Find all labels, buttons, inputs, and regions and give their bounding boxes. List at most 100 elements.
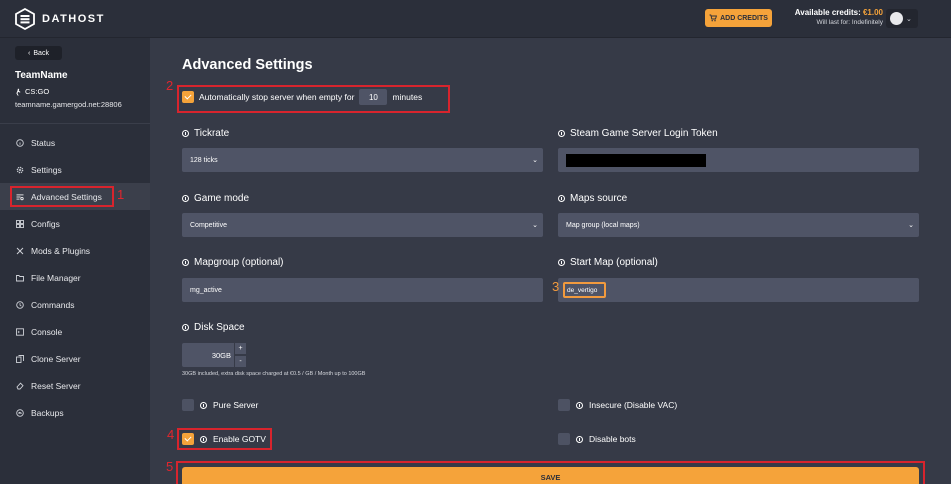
auto-stop-minutes-input[interactable]: 10: [359, 89, 388, 105]
redacted-token: [566, 154, 706, 167]
info-icon[interactable]: [200, 435, 207, 443]
info-icon[interactable]: [182, 324, 189, 331]
gotv-checkbox[interactable]: [182, 433, 194, 445]
disk-space-input[interactable]: 30 GB: [182, 343, 234, 367]
disable-bots-option: Disable bots: [558, 433, 636, 445]
dathost-logo-icon: [15, 8, 35, 30]
sidebar-item-label: Commands: [31, 299, 75, 310]
clock-icon: [16, 300, 24, 309]
tickrate-select[interactable]: 128 ticks ⌄: [182, 148, 543, 172]
back-label: Back: [33, 49, 49, 57]
pure-server-checkbox[interactable]: [182, 399, 194, 411]
start-map-label-text: Start Map (optional): [570, 257, 658, 268]
insecure-option: Insecure (Disable VAC): [558, 399, 677, 411]
sidebar-item-console[interactable]: Console: [0, 318, 150, 345]
sidebar-item-clone-server[interactable]: Clone Server: [0, 345, 150, 372]
chevron-down-icon: ⌄: [532, 157, 538, 164]
insecure-checkbox[interactable]: [558, 399, 570, 411]
add-credits-button[interactable]: ADD CREDITS: [705, 9, 772, 27]
sidebar-item-status[interactable]: Status: [0, 129, 150, 156]
insecure-label: Insecure (Disable VAC): [589, 400, 678, 410]
sidebar-divider: [0, 123, 150, 124]
token-label-text: Steam Game Server Login Token: [570, 128, 718, 139]
mapgroup-input[interactable]: mg_active: [182, 278, 543, 302]
disk-increase-button[interactable]: +: [235, 343, 246, 354]
sidebar-item-label: Backups: [31, 407, 64, 418]
gear-icon: [16, 166, 24, 173]
disk-space-value: 30: [211, 350, 221, 360]
maps-source-label: Maps source: [558, 193, 627, 204]
server-name: TeamName: [15, 70, 68, 81]
mapgroup-value: mg_active: [190, 286, 222, 294]
disk-space-note: 30GB included, extra disk space charged …: [182, 371, 366, 377]
sidebar-item-label: File Manager: [31, 272, 81, 283]
credits-duration: Will last for: Indefinitely: [816, 19, 883, 26]
tools-icon: [16, 247, 24, 254]
info-icon[interactable]: [576, 435, 583, 443]
disk-decrease-button[interactable]: -: [235, 356, 246, 367]
auto-stop-checkbox[interactable]: [182, 91, 194, 103]
disk-space-label: Disk Space: [182, 322, 245, 333]
auto-stop-suffix: minutes: [392, 92, 423, 102]
sidebar-item-label: Advanced Settings: [31, 191, 102, 202]
sidebar-item-mods-plugins[interactable]: Mods & Plugins: [0, 237, 150, 264]
gotv-option: Enable GOTV: [182, 433, 266, 445]
cart-icon: [709, 14, 718, 22]
sidebar-item-configs[interactable]: Configs: [0, 210, 150, 237]
disk-space-label-text: Disk Space: [194, 322, 245, 333]
account-menu-button[interactable]: ⌄: [886, 9, 918, 28]
start-map-input[interactable]: [558, 278, 919, 302]
info-icon[interactable]: [558, 195, 565, 202]
avatar: [890, 12, 903, 25]
info-icon[interactable]: [558, 130, 565, 137]
info-icon[interactable]: [182, 195, 189, 202]
sidebar-item-settings[interactable]: Settings: [0, 156, 150, 183]
credits-info: Available credits: €1.00 Will last for: …: [795, 8, 883, 26]
sidebar: ‹ Back TeamName CS:GO teamname.gamergod.…: [0, 38, 150, 484]
annotation-number-3: 3: [552, 279, 560, 294]
page-title: Advanced Settings: [182, 57, 313, 73]
brand-name: DATHOST: [42, 13, 105, 25]
annotation-number-1: 1: [117, 187, 125, 202]
start-map-label: Start Map (optional): [558, 257, 658, 268]
info-icon[interactable]: [200, 401, 207, 409]
disable-bots-checkbox[interactable]: [558, 433, 570, 445]
gotv-label: Enable GOTV: [213, 434, 266, 444]
sidebar-item-file-manager[interactable]: File Manager: [0, 264, 150, 291]
maps-source-value: Map group (local maps): [566, 221, 640, 229]
annotation-number-4: 4: [167, 427, 175, 442]
sidebar-item-advanced-settings[interactable]: Advanced Settings: [0, 183, 150, 210]
disk-space-unit: GB: [220, 350, 231, 360]
sidebar-item-commands[interactable]: Commands: [0, 291, 150, 318]
sliders-icon: [16, 194, 24, 200]
tickrate-value: 128 ticks: [190, 156, 218, 164]
logo[interactable]: DATHOST: [14, 8, 105, 30]
chevron-down-icon: ⌄: [908, 222, 914, 229]
info-icon[interactable]: [182, 130, 189, 137]
maps-source-select[interactable]: Map group (local maps) ⌄: [558, 213, 919, 237]
sidebar-item-label: Reset Server: [31, 380, 81, 391]
token-label: Steam Game Server Login Token: [558, 128, 718, 139]
auto-stop-setting: Automatically stop server when empty for…: [182, 89, 422, 105]
pure-server-label: Pure Server: [213, 400, 259, 410]
info-icon[interactable]: [558, 259, 565, 266]
info-icon[interactable]: [182, 259, 189, 266]
arrow-left-icon: ‹: [28, 49, 31, 57]
annotation-number-5: 5: [166, 459, 174, 474]
info-circle-icon: [16, 138, 24, 147]
start-map-value: de_vertigo: [563, 282, 606, 298]
credits-line: Available credits: €1.00: [795, 8, 883, 17]
save-button[interactable]: SAVE: [182, 467, 919, 484]
back-button[interactable]: ‹ Back: [15, 46, 62, 60]
pure-server-option: Pure Server: [182, 399, 258, 411]
add-credits-label: ADD CREDITS: [720, 14, 768, 22]
maps-source-label-text: Maps source: [570, 193, 628, 204]
sidebar-item-reset-server[interactable]: Reset Server: [0, 372, 150, 399]
chevron-down-icon: ⌄: [532, 222, 538, 229]
tickrate-label: Tickrate: [182, 128, 229, 139]
folder-icon: [16, 274, 24, 281]
info-icon[interactable]: [576, 401, 583, 409]
sidebar-item-label: Clone Server: [31, 353, 81, 364]
sidebar-item-backups[interactable]: Backups: [0, 399, 150, 426]
game-mode-select[interactable]: Competitive ⌄: [182, 213, 543, 237]
